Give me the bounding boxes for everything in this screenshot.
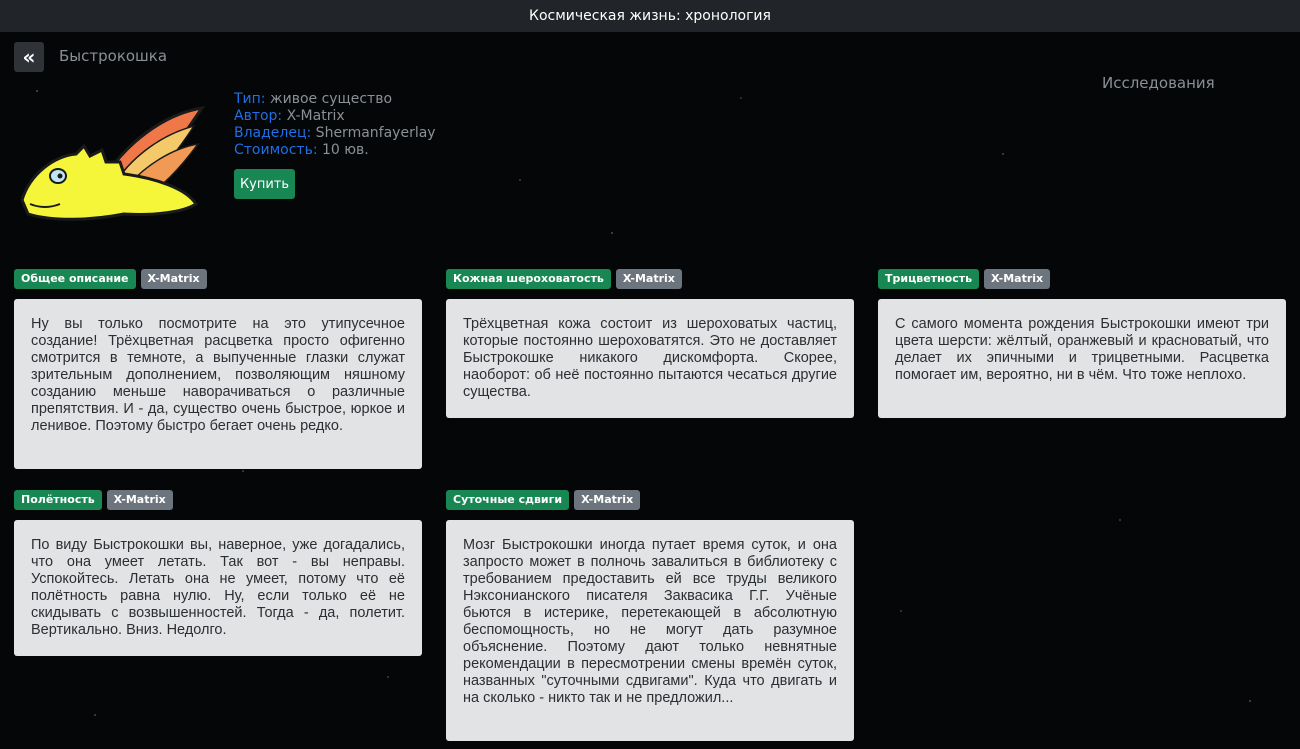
card-title-tag[interactable]: Общее описание	[14, 269, 136, 289]
info-price: Стоимость: 10 юв.	[234, 142, 369, 158]
card-daily-shifts: Мозг Быстрокошки иногда путает время сут…	[446, 520, 854, 741]
card-author-tag[interactable]: X-Matrix	[574, 490, 641, 510]
back-button[interactable]: «	[14, 42, 44, 72]
info-owner: Владелец: Shermanfayerlay	[234, 125, 436, 141]
creature-info: Тип: живое существо Автор: X-Matrix Влад…	[234, 91, 436, 159]
card-skin: Трёхцветная кожа состоит из шероховатых …	[446, 299, 854, 418]
card-author-tag[interactable]: X-Matrix	[140, 269, 207, 289]
yellow-winged-creature-icon	[14, 104, 210, 232]
card-title-tag[interactable]: Суточные сдвиги	[446, 490, 570, 510]
info-author: Автор: X-Matrix	[234, 108, 345, 124]
card-header-daily-shifts: Суточные сдвиги X-Matrix	[446, 490, 641, 510]
research-link[interactable]: Исследования	[1102, 74, 1215, 92]
card-header-flight: Полётность X-Matrix	[14, 490, 173, 510]
breadcrumb: Быстрокошка	[59, 47, 168, 65]
buy-button[interactable]: Купить	[234, 169, 295, 199]
card-author-tag[interactable]: X-Matrix	[984, 269, 1051, 289]
card-tricolor: С самого момента рождения Быстрокошки им…	[878, 299, 1286, 418]
card-flight: По виду Быстрокошки вы, наверное, уже до…	[14, 520, 422, 656]
card-author-tag[interactable]: X-Matrix	[106, 490, 173, 510]
info-type: Тип: живое существо	[234, 91, 393, 107]
window-title: Космическая жизнь: хронология	[0, 0, 1300, 32]
card-title-tag[interactable]: Полётность	[14, 490, 102, 510]
card-title-tag[interactable]: Трицветность	[878, 269, 980, 289]
card-author-tag[interactable]: X-Matrix	[615, 269, 682, 289]
card-header-general: Общее описание X-Matrix	[14, 269, 207, 289]
card-general: Ну вы только посмотрите на это утипусечн…	[14, 299, 422, 469]
double-chevron-left-icon: «	[22, 45, 36, 69]
card-header-tricolor: Трицветность X-Matrix	[878, 269, 1051, 289]
card-header-skin: Кожная шероховатость X-Matrix	[446, 269, 682, 289]
card-title-tag[interactable]: Кожная шероховатость	[446, 269, 611, 289]
